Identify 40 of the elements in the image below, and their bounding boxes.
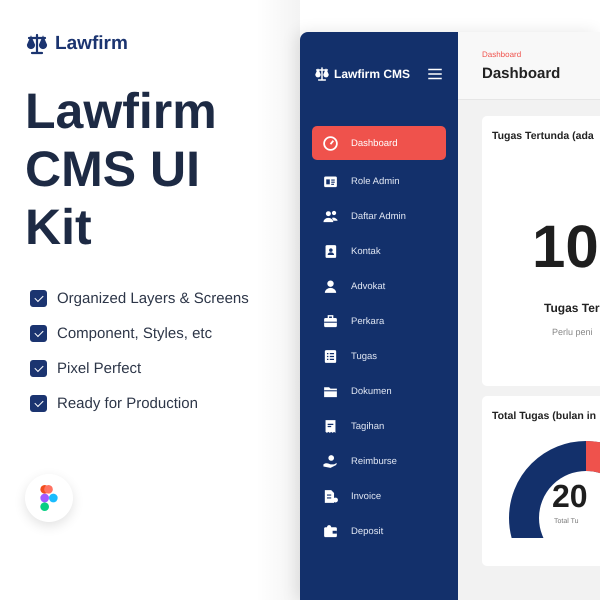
sidebar-item[interactable]: Reimburse — [312, 447, 446, 475]
checkbox[interactable] — [30, 360, 47, 377]
card-title: Tugas Tertunda (ada — [492, 130, 595, 142]
sidebar-item[interactable]: Kontak — [312, 237, 446, 265]
feature-label: Ready for Production — [57, 395, 198, 412]
headline: Lawfirm CMS UI Kit — [25, 82, 218, 256]
checkbox[interactable] — [30, 395, 47, 412]
sidebar-item[interactable]: Invoice — [312, 482, 446, 510]
sidebar-item[interactable]: Deposit — [312, 517, 446, 545]
sidebar-item[interactable]: Advokat — [312, 272, 446, 300]
feature-label: Pixel Perfect — [57, 360, 142, 377]
checkbox[interactable] — [30, 325, 47, 342]
stat-note: Perlu peni — [552, 327, 594, 337]
hand-coin-icon — [322, 452, 339, 470]
sidebar-item[interactable]: Dokumen — [312, 377, 446, 405]
wallet-icon — [322, 522, 339, 540]
list-icon — [322, 348, 339, 364]
brand-name: Lawfirm — [55, 33, 128, 55]
person-icon — [322, 278, 339, 294]
stat-value: 10 — [532, 212, 600, 281]
gauge-icon — [322, 134, 339, 152]
sidebar-item[interactable]: Daftar Admin — [312, 202, 446, 230]
briefcase-icon — [322, 312, 339, 330]
stat-label: Tugas Ter — [544, 301, 600, 315]
sidebar-item[interactable]: Tugas — [312, 342, 446, 370]
scales-icon — [314, 66, 330, 82]
page-title: Dashboard — [482, 65, 562, 82]
feature-label: Component, Styles, etc — [57, 325, 212, 342]
checkbox[interactable] — [30, 290, 47, 307]
donut-value: 20 — [552, 478, 588, 515]
scales-icon — [25, 32, 49, 56]
invoice-icon — [322, 488, 339, 504]
sidebar-title: Lawfirm CMS — [334, 67, 410, 81]
sidebar-item[interactable]: Dashboard — [312, 126, 446, 160]
card-title: Total Tugas (bulan in — [492, 410, 598, 422]
figma-logo-badge — [25, 474, 73, 522]
feature-label: Organized Layers & Screens — [57, 290, 249, 307]
sidebar-item[interactable]: Tagihan — [312, 412, 446, 440]
sidebar-item[interactable]: Perkara — [312, 307, 446, 335]
sidebar-item[interactable]: Role Admin — [312, 167, 446, 195]
